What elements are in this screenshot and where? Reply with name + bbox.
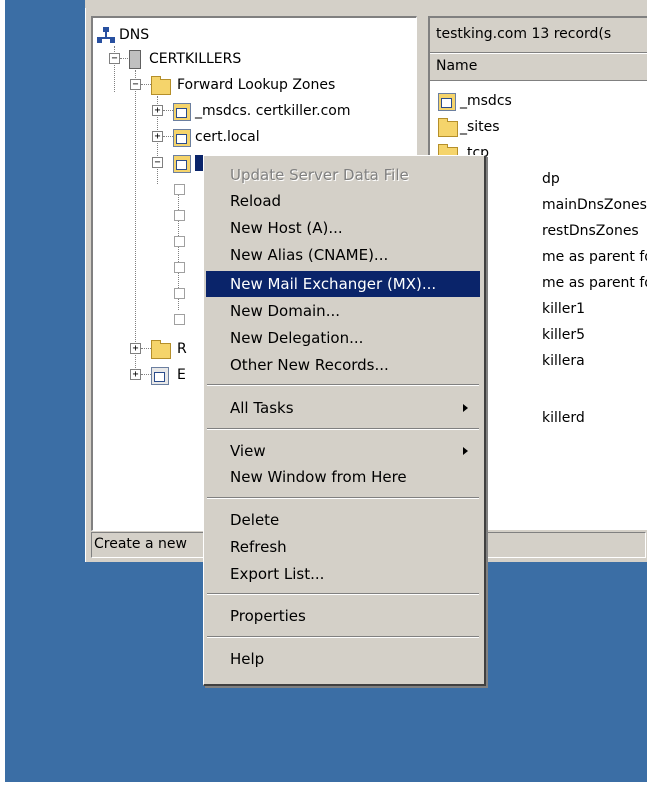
menu-item-new-window[interactable]: New Window from Here <box>206 464 480 490</box>
list-item-label: killer1 <box>542 301 586 317</box>
menu-item-label: Properties <box>230 607 306 625</box>
menu-item-label: New Delegation... <box>230 329 364 347</box>
menu-item-label: View <box>230 442 266 460</box>
list-item-label: _sites <box>460 119 500 135</box>
tree-label-server: CERTKILLERS <box>149 51 242 67</box>
menu-item-label: New Domain... <box>230 302 340 320</box>
menu-separator <box>207 428 479 430</box>
column-header-name[interactable]: Name <box>430 53 647 81</box>
expand-box[interactable] <box>174 262 185 273</box>
menu-item-delete[interactable]: Delete <box>206 507 480 533</box>
menu-separator <box>207 384 479 386</box>
tree-label-msdcs-zone: _msdcs. certkiller.com <box>195 103 351 119</box>
window-top-edge <box>85 0 647 8</box>
expand-box[interactable]: + <box>152 131 163 142</box>
list-item-label: killer5 <box>542 327 586 343</box>
menu-item-new-domain[interactable]: New Domain... <box>206 298 480 324</box>
list-item-label: killera <box>542 353 585 369</box>
zone-icon <box>173 129 191 147</box>
list-item-label: mainDnsZones <box>542 197 647 213</box>
list-header-bar: testking.com 13 record(s <box>430 18 647 53</box>
expand-box[interactable] <box>174 236 185 247</box>
zone-icon <box>173 155 191 173</box>
menu-item-label: New Window from Here <box>230 468 407 486</box>
menu-item-new-mail-exchanger[interactable]: New Mail Exchanger (MX)... <box>206 271 480 297</box>
list-item-label: _msdcs <box>460 93 512 109</box>
menu-item-update-server-data-file[interactable]: Update Server Data File <box>206 162 480 188</box>
tree-label-event-viewer: E <box>177 367 186 383</box>
tree-label-forward-zones: Forward Lookup Zones <box>177 77 336 93</box>
server-icon <box>129 50 141 69</box>
tree-line <box>120 58 128 59</box>
tree-line <box>163 136 173 137</box>
menu-item-label: New Host (A)... <box>230 219 343 237</box>
folder-icon <box>151 76 171 95</box>
menu-item-all-tasks[interactable]: All Tasks <box>206 395 480 421</box>
list-item-label: killerd <box>542 410 585 426</box>
expand-box[interactable]: + <box>130 369 141 380</box>
menu-separator <box>207 497 479 499</box>
tree-line <box>141 348 151 349</box>
menu-item-view[interactable]: View <box>206 438 480 464</box>
list-item-label: restDnsZones <box>542 223 639 239</box>
list-title: testking.com 13 record(s <box>436 26 612 42</box>
list-item-label: me as parent folder) <box>542 275 647 291</box>
expand-box[interactable]: + <box>130 343 141 354</box>
tree-line <box>141 84 151 85</box>
menu-item-label: New Alias (CNAME)... <box>230 246 389 264</box>
menu-item-new-delegation[interactable]: New Delegation... <box>206 325 480 351</box>
tree-line <box>163 110 173 111</box>
collapse-box[interactable]: − <box>130 79 141 90</box>
folder-icon <box>438 118 458 137</box>
menu-item-label: Help <box>230 650 265 668</box>
expand-box[interactable] <box>174 184 185 195</box>
menu-item-new-host[interactable]: New Host (A)... <box>206 215 480 241</box>
menu-item-help[interactable]: Help <box>206 646 480 672</box>
menu-item-label: Update Server Data File <box>230 166 409 184</box>
tree-label-reverse-zones: R <box>177 341 187 357</box>
dns-network-icon <box>97 27 115 43</box>
menu-item-refresh[interactable]: Refresh <box>206 534 480 560</box>
menu-item-reload[interactable]: Reload <box>206 188 480 214</box>
expand-box[interactable] <box>174 210 185 221</box>
collapse-box[interactable]: − <box>109 53 120 64</box>
menu-item-other-new-records[interactable]: Other New Records... <box>206 352 480 378</box>
tree-label-dns: DNS <box>119 27 150 43</box>
tree-line <box>141 374 151 375</box>
expand-box[interactable] <box>174 288 185 299</box>
tree-line <box>135 70 136 376</box>
menu-item-label: Delete <box>230 511 280 529</box>
menu-item-label: New Mail Exchanger (MX)... <box>230 275 437 293</box>
submenu-arrow-icon <box>463 404 468 412</box>
menu-item-export-list[interactable]: Export List... <box>206 561 480 587</box>
status-text: Create a new <box>94 536 187 552</box>
menu-item-label: Export List... <box>230 565 325 583</box>
column-header-label: Name <box>436 58 478 74</box>
menu-item-new-alias[interactable]: New Alias (CNAME)... <box>206 242 480 268</box>
menu-item-label: Other New Records... <box>230 356 389 374</box>
folder-icon <box>151 340 171 359</box>
list-item-label: me as parent folder) <box>542 249 647 265</box>
event-viewer-icon <box>151 367 169 385</box>
expand-box[interactable] <box>174 314 185 325</box>
zone-icon <box>438 93 456 111</box>
context-menu: Update Server Data File Reload New Host … <box>203 155 486 686</box>
collapse-box[interactable]: − <box>152 157 163 168</box>
menu-item-label: All Tasks <box>230 399 294 417</box>
list-item-label: dp <box>542 171 560 187</box>
menu-item-properties[interactable]: Properties <box>206 603 480 629</box>
screen-edge-bottom <box>0 782 647 795</box>
expand-box[interactable]: + <box>152 105 163 116</box>
tree-label-cert-local: cert.local <box>195 129 260 145</box>
menu-separator <box>207 636 479 638</box>
menu-item-label: Refresh <box>230 538 287 556</box>
screen-edge-left <box>0 0 5 795</box>
submenu-arrow-icon <box>463 447 468 455</box>
menu-item-label: Reload <box>230 192 282 210</box>
menu-separator <box>207 593 479 595</box>
zone-icon <box>173 103 191 121</box>
